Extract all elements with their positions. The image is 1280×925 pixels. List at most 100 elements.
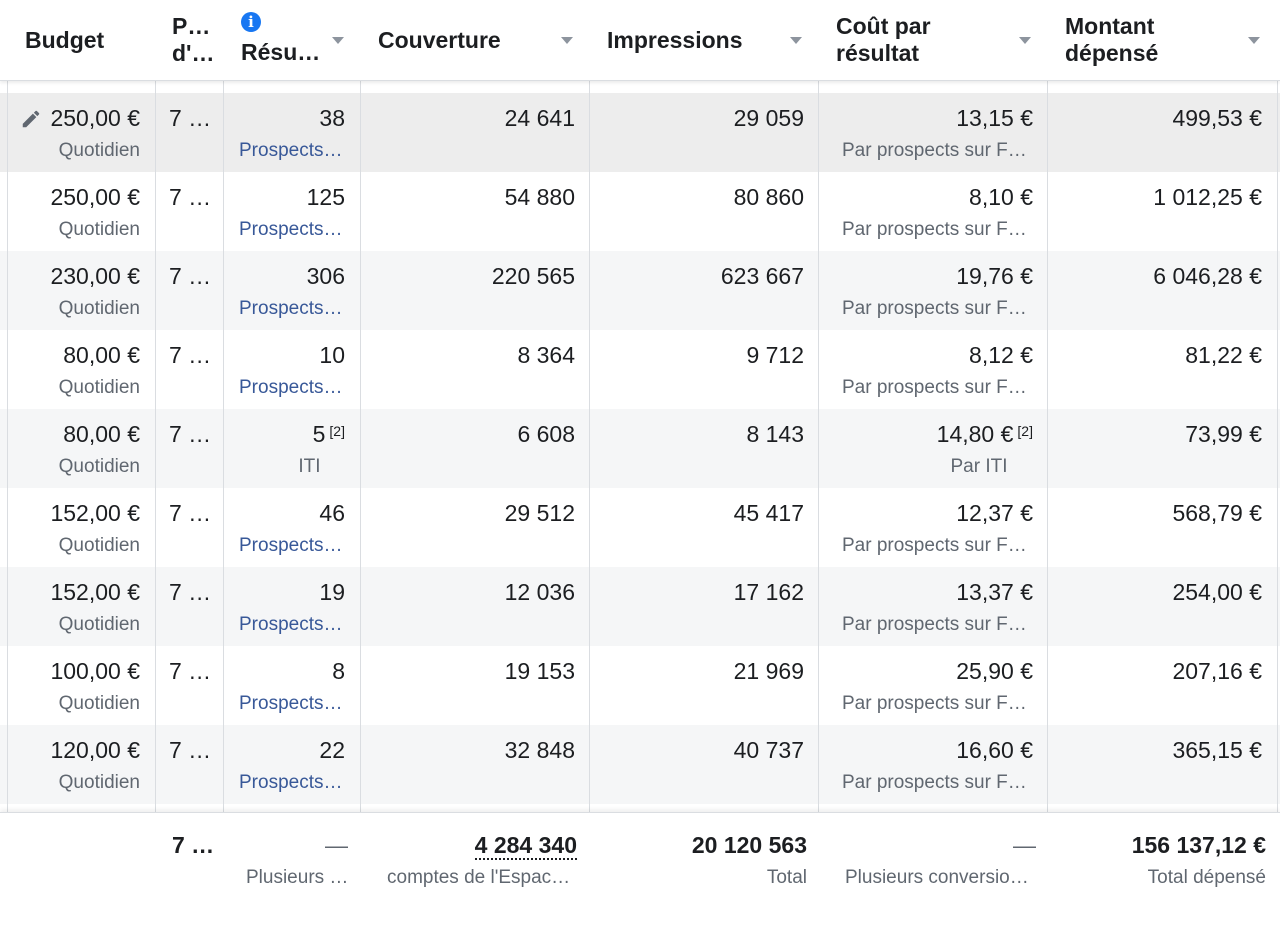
column-header-amount-spent[interactable]: Montant dépensé	[1048, 0, 1280, 80]
budget-value[interactable]: 250,00 €	[50, 104, 140, 132]
cost-type: Par prospects sur F…	[842, 693, 1027, 714]
table-row[interactable]: 100,00 € Quotidien 7 … 8 Prospects… 19 153 21 …	[0, 646, 1280, 725]
total-reach-value[interactable]: 4 284 340	[474, 832, 577, 860]
cost-number: 8,10 €	[969, 184, 1033, 210]
result-value: 19	[319, 578, 345, 606]
cost-value: 13,15 €	[956, 104, 1033, 132]
result-type-link[interactable]: Prospects…	[239, 297, 342, 321]
planning-value: 7 …	[169, 105, 212, 131]
planning-value: 7 …	[169, 421, 212, 447]
cost-value: 16,60 €	[956, 736, 1033, 764]
sort-arrow-icon[interactable]	[332, 37, 344, 44]
reach-value: 24 641	[504, 105, 575, 131]
cost-value: 8,10 €	[969, 183, 1033, 211]
total-reach[interactable]: 4 284 340	[474, 831, 577, 860]
column-header-budget[interactable]: Budget	[8, 0, 155, 80]
sort-arrow-icon[interactable]	[561, 37, 573, 44]
pencil-icon[interactable]	[20, 108, 42, 130]
budget-value[interactable]: 120,00 €	[50, 736, 140, 764]
column-label-planning: P… d'…	[172, 13, 215, 66]
result-type-link[interactable]: Prospects…	[239, 692, 342, 716]
table-row[interactable]: 120,00 € Quotidien 7 … 22 Prospects… 32 848 40…	[0, 725, 1280, 804]
reach-value: 8 364	[517, 342, 575, 368]
info-icon[interactable]: i	[241, 12, 261, 32]
budget-value[interactable]: 152,00 €	[50, 499, 140, 527]
table-row[interactable]: 152,00 € Quotidien 7 … 19 Prospects… 12 036 17…	[0, 567, 1280, 646]
result-number: 5	[312, 421, 326, 447]
cost-type: Par prospects sur F…	[842, 219, 1027, 240]
budget-value[interactable]: 80,00 €	[63, 341, 140, 369]
budget-type: Quotidien	[58, 693, 140, 714]
cost-number: 16,60 €	[956, 737, 1033, 763]
reach-value: 220 565	[491, 263, 575, 289]
table-row[interactable]: 250,00 € Quotidien 7 … 38 Prospects… 24 641 29…	[0, 93, 1280, 172]
result-type-link[interactable]: Prospects…	[239, 139, 342, 163]
cost-type: Par prospects sur F…	[842, 614, 1027, 635]
total-impressions-label: Total	[766, 867, 807, 888]
result-type-link[interactable]: Prospects…	[239, 534, 342, 558]
result-type-link[interactable]: Prospects…	[239, 218, 342, 242]
impressions-value: 45 417	[733, 500, 804, 526]
cost-value: 8,12 €	[969, 341, 1033, 369]
budget-value[interactable]: 100,00 €	[50, 657, 140, 685]
sort-arrow-icon[interactable]	[790, 37, 802, 44]
sort-arrow-icon[interactable]	[1248, 37, 1260, 44]
column-label-amount-spent: Montant dépensé	[1065, 13, 1159, 66]
result-value: 8	[332, 657, 345, 685]
column-label-results: Résu…	[241, 38, 321, 65]
table-row[interactable]: 250,00 € Quotidien 7 … 125 Prospects… 54 880 8…	[0, 172, 1280, 251]
column-divider	[1047, 0, 1048, 924]
result-number: 125	[306, 184, 345, 210]
result-number: 10	[319, 342, 345, 368]
table-row[interactable]: 152,00 € Quotidien 7 … 46 Prospects… 29 512 45…	[0, 488, 1280, 567]
budget-value[interactable]: 152,00 €	[50, 578, 140, 606]
table-totals-row: 7 … — Plusieurs … 4 284 340 comptes de l…	[0, 812, 1280, 925]
impressions-value: 40 737	[733, 737, 804, 763]
cost-type: Par prospects sur F…	[842, 535, 1027, 556]
column-header-planning[interactable]: P… d'…	[156, 0, 223, 80]
spent-value: 365,15 €	[1172, 737, 1262, 763]
column-label-reach: Couverture	[378, 26, 501, 53]
spent-value: 73,99 €	[1185, 421, 1262, 447]
table-row[interactable]: 230,00 € Quotidien 7 … 306 Prospects… 220 565…	[0, 251, 1280, 330]
column-header-reach[interactable]: Couverture	[361, 0, 590, 80]
table-row[interactable]: 80,00 € Quotidien 7 … 10 Prospects… 8 364 9 71…	[0, 330, 1280, 409]
reach-value: 6 608	[517, 421, 575, 447]
reach-value: 19 153	[504, 658, 575, 684]
column-header-results[interactable]: Résu…	[224, 0, 360, 80]
cost-type: Par prospects sur F…	[842, 377, 1027, 398]
column-divider	[155, 0, 156, 924]
budget-type: Quotidien	[58, 772, 140, 793]
cost-number: 25,90 €	[956, 658, 1033, 684]
cost-type: Par ITI	[950, 456, 1008, 477]
sort-arrow-icon[interactable]	[1019, 37, 1031, 44]
total-result: —	[325, 832, 348, 858]
total-cost: —	[1013, 832, 1036, 858]
budget-type: Quotidien	[58, 456, 140, 477]
column-label-cost-per-result: Coût par résultat	[836, 13, 931, 66]
column-divider	[7, 0, 8, 924]
planning-value: 7 …	[169, 263, 212, 289]
result-type-link[interactable]: Prospects…	[239, 613, 342, 637]
impressions-value: 9 712	[746, 342, 804, 368]
result-type-link[interactable]: Prospects…	[239, 376, 342, 400]
budget-value[interactable]: 250,00 €	[50, 183, 140, 211]
table-row[interactable]: 80,00 € Quotidien 7 … 5 [2] ITI 6 608 8 143 14,8…	[0, 409, 1280, 488]
column-label-impressions: Impressions	[607, 26, 743, 53]
cost-number: 13,37 €	[956, 579, 1033, 605]
impressions-value: 29 059	[733, 105, 804, 131]
budget-value[interactable]: 230,00 €	[50, 262, 140, 290]
cost-value: 14,80 € [2]	[937, 420, 1033, 448]
column-divider	[818, 0, 819, 924]
cost-number: 19,76 €	[956, 263, 1033, 289]
budget-type: Quotidien	[58, 614, 140, 635]
cost-value: 12,37 €	[956, 499, 1033, 527]
spent-value: 254,00 €	[1172, 579, 1262, 605]
column-header-cost-per-result[interactable]: Coût par résultat	[819, 0, 1048, 80]
budget-value[interactable]: 80,00 €	[63, 420, 140, 448]
budget-type: Quotidien	[58, 298, 140, 319]
column-header-impressions[interactable]: Impressions	[590, 0, 819, 80]
cost-number: 14,80 €	[936, 421, 1014, 447]
result-type-link[interactable]: Prospects…	[239, 771, 342, 795]
impressions-value: 8 143	[746, 421, 804, 447]
